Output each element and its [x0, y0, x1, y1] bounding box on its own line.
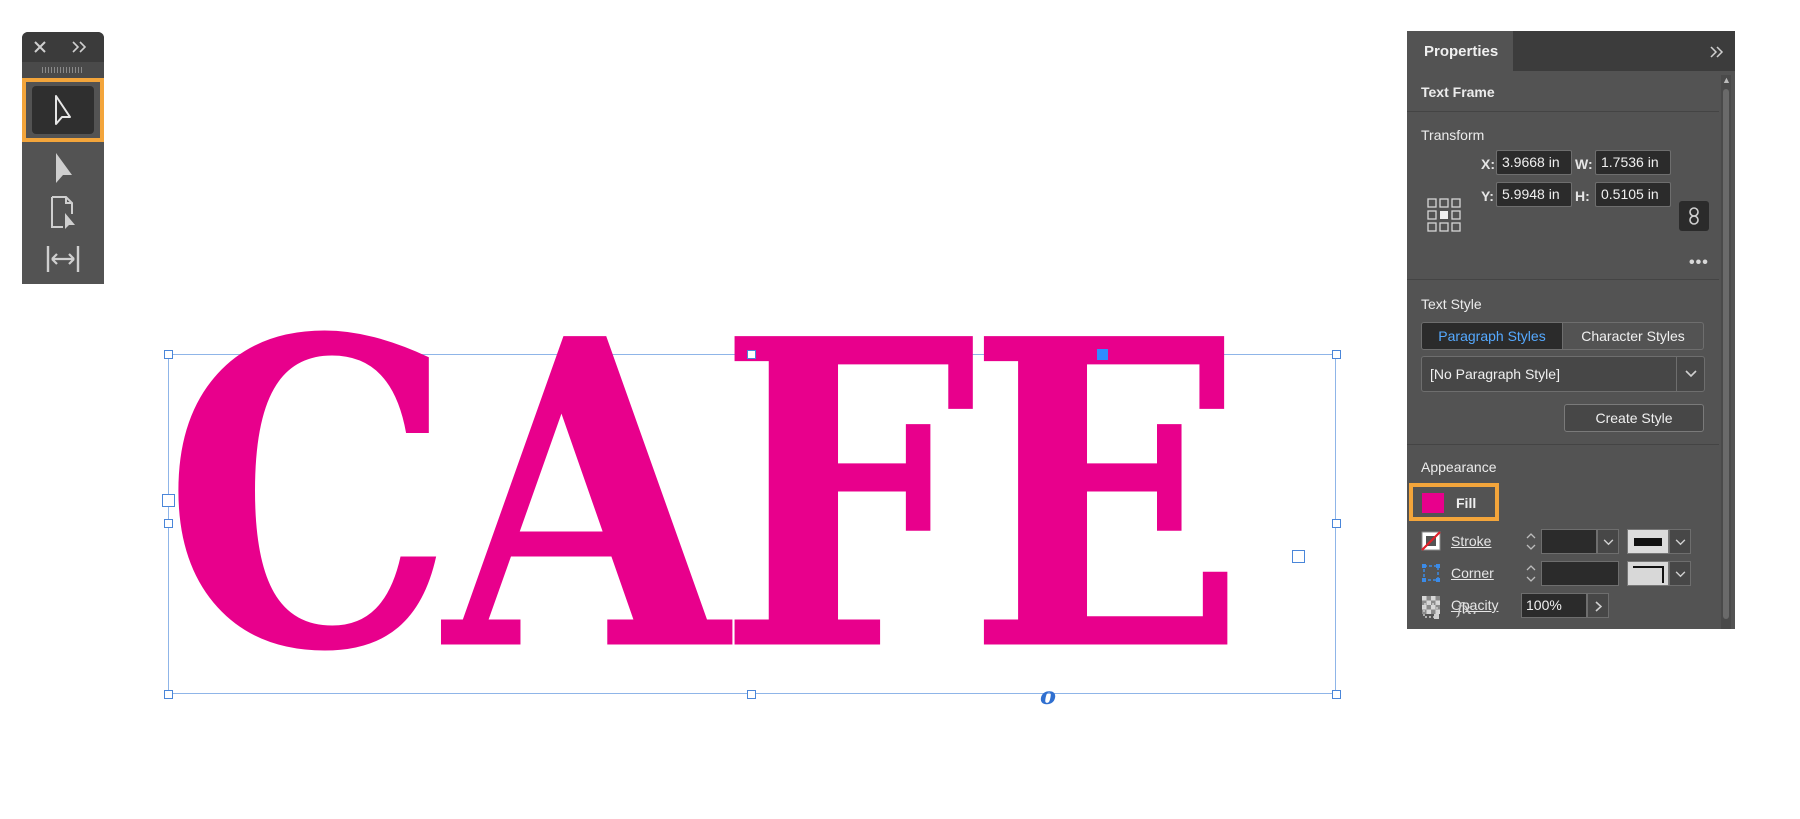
fill-swatch[interactable]	[1422, 493, 1444, 513]
chevron-right-icon	[1595, 601, 1602, 612]
h-label: H:	[1575, 188, 1590, 204]
handle-middle-right[interactable]	[1332, 519, 1341, 528]
section-text-frame: Text Frame	[1421, 84, 1495, 100]
panel-grip[interactable]	[22, 62, 104, 78]
section-text-style: Text Style	[1421, 296, 1482, 312]
dropdown-arrow[interactable]	[1676, 357, 1704, 391]
w-field[interactable]: 1.7536 in	[1595, 150, 1671, 175]
handle-bottom-right[interactable]	[1332, 690, 1341, 699]
w-label: W:	[1575, 156, 1593, 172]
double-chevron-right-icon[interactable]	[70, 39, 90, 55]
corner-shape-icon	[1633, 566, 1664, 583]
panel-scrollbar[interactable]: ▲	[1721, 75, 1731, 629]
handle-bottom-middle[interactable]	[747, 690, 756, 699]
paragraph-style-value: [No Paragraph Style]	[1430, 366, 1560, 382]
corner-row: Corner	[1421, 561, 1711, 587]
text-thread-mark: o	[1040, 681, 1057, 710]
gap-tool[interactable]	[22, 236, 104, 282]
tab-properties[interactable]: Properties	[1407, 31, 1513, 71]
direct-selection-tool[interactable]	[22, 146, 104, 192]
chevron-down-icon	[1675, 539, 1686, 546]
chevron-down-icon	[1603, 539, 1614, 546]
corner-size-field[interactable]	[1541, 561, 1619, 586]
tools-panel	[22, 32, 104, 284]
x-field[interactable]: 3.9668 in	[1496, 150, 1572, 175]
arrow-outline-icon	[55, 95, 71, 125]
corner-icon[interactable]	[1421, 563, 1441, 583]
tab-paragraph-styles[interactable]: Paragraph Styles	[1422, 323, 1563, 349]
in-port-handle[interactable]	[1097, 349, 1108, 360]
handle-top-middle[interactable]	[747, 350, 756, 359]
properties-panel: Properties ▲ Text Frame Transform X: 3.9…	[1407, 31, 1735, 629]
divider	[1407, 279, 1719, 280]
close-icon[interactable]	[32, 39, 48, 55]
paragraph-style-dropdown[interactable]: [No Paragraph Style]	[1421, 356, 1705, 392]
cafe-text[interactable]: CAFE	[163, 285, 1246, 708]
divider	[1407, 111, 1719, 112]
fill-label: Fill	[1456, 495, 1477, 511]
page-tool[interactable]	[22, 190, 104, 236]
stroke-weight-stepper[interactable]	[1521, 529, 1541, 554]
section-appearance: Appearance	[1421, 459, 1497, 475]
y-field[interactable]: 5.9948 in	[1496, 182, 1572, 207]
stroke-row: Stroke	[1421, 529, 1711, 555]
fx-effects-button[interactable]: fx.	[1457, 599, 1477, 618]
fill-row[interactable]: Fill	[1409, 483, 1499, 521]
double-chevron-right-icon[interactable]	[1709, 45, 1725, 59]
stroke-type-line	[1634, 538, 1662, 546]
y-label: Y:	[1481, 188, 1494, 204]
chevron-down-icon	[1675, 571, 1686, 578]
more-options-icon[interactable]: •••	[1689, 254, 1709, 272]
x-label: X:	[1481, 156, 1495, 172]
opacity-popup-button[interactable]	[1587, 593, 1609, 618]
stroke-weight-dropdown[interactable]	[1597, 529, 1619, 554]
constrain-proportions-button[interactable]	[1679, 201, 1709, 231]
style-type-toggle: Paragraph Styles Character Styles	[1421, 322, 1704, 350]
h-field[interactable]: 0.5105 in	[1595, 182, 1671, 207]
text-frame-options-icon[interactable]	[1421, 601, 1441, 621]
handle-bottom-left[interactable]	[164, 690, 173, 699]
handle-middle-left[interactable]	[164, 519, 173, 528]
divider	[1407, 444, 1719, 445]
tab-character-styles[interactable]: Character Styles	[1563, 323, 1703, 349]
section-transform: Transform	[1421, 127, 1485, 143]
properties-tabbar: Properties	[1407, 31, 1735, 71]
tools-panel-titlebar	[22, 32, 104, 62]
selection-tool[interactable]	[22, 78, 104, 142]
create-style-button[interactable]: Create Style	[1564, 404, 1704, 432]
arrow-filled-icon	[56, 153, 72, 183]
text-frame[interactable]: CAFE o	[162, 285, 1341, 710]
handle-top-left[interactable]	[164, 350, 173, 359]
reference-point-icon[interactable]	[1427, 198, 1461, 232]
corner-shape-swatch[interactable]	[1627, 561, 1669, 586]
scrollbar-thumb[interactable]	[1723, 89, 1729, 619]
page-arrow-icon	[51, 196, 75, 229]
stroke-type-dropdown[interactable]	[1669, 529, 1691, 554]
stroke-label[interactable]: Stroke	[1451, 533, 1491, 549]
corner-size-stepper[interactable]	[1521, 561, 1541, 586]
chevron-down-icon	[1685, 370, 1697, 378]
corner-shape-dropdown[interactable]	[1669, 561, 1691, 586]
handle-top-right[interactable]	[1332, 350, 1341, 359]
opacity-field[interactable]: 100%	[1521, 593, 1587, 618]
gap-icon	[46, 246, 80, 272]
corner-label[interactable]: Corner	[1451, 565, 1494, 581]
stroke-type-swatch[interactable]	[1627, 529, 1669, 554]
handle-middle-left-large[interactable]	[162, 494, 175, 507]
stroke-weight-field[interactable]	[1541, 529, 1597, 554]
scroll-up-icon[interactable]: ▲	[1722, 75, 1731, 85]
out-port-handle[interactable]	[1292, 550, 1305, 563]
chain-link-icon	[1689, 207, 1699, 225]
stroke-none-icon[interactable]	[1421, 531, 1441, 551]
